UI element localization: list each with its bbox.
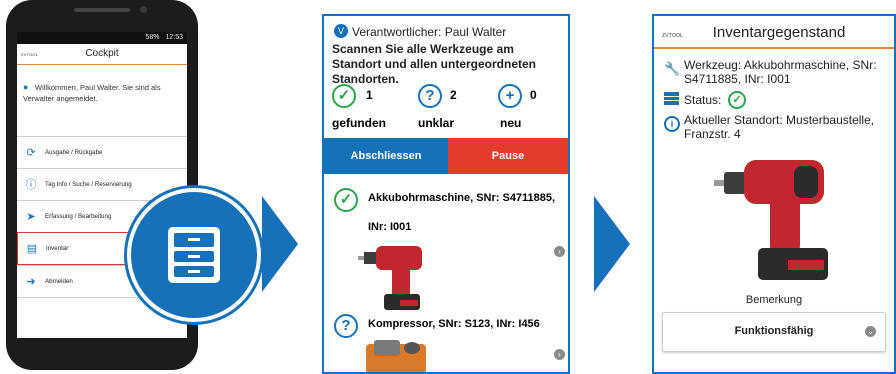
- finish-button[interactable]: Abschliessen: [324, 138, 448, 174]
- question-circle-icon: ?: [418, 84, 442, 108]
- check-circle-icon: ✓: [334, 188, 358, 212]
- question-circle-icon: ?: [334, 314, 358, 338]
- status-bar: 58% 12:53: [17, 32, 187, 44]
- tool-info: Werkzeug: Akkubohrmaschine, SNr: S471188…: [684, 58, 877, 86]
- drill-image-large: [714, 156, 834, 286]
- wrench-icon: 🔧: [664, 61, 681, 76]
- label-new: neu: [500, 116, 522, 130]
- page-title: Cockpit: [85, 48, 119, 59]
- arrow-right-2: [594, 196, 630, 292]
- logout-icon: ➜: [26, 276, 36, 288]
- detail-panel: ZVTOOL Inventargegenstand 🔧 Werkzeug: Ak…: [652, 14, 896, 374]
- menu-item-ausgabe[interactable]: ⟳ Ausgabe / Rückgabe: [17, 136, 187, 168]
- phone-speaker: [74, 8, 130, 12]
- arrow-right-1: [262, 196, 298, 292]
- label-found: gefunden: [332, 116, 386, 130]
- status-label: Status:: [684, 93, 722, 107]
- plus-circle-icon: +: [498, 84, 522, 108]
- detail-title: Inventargegenstand: [712, 24, 846, 41]
- scan-panel: V Verantwortlicher: Paul Walter Scannen …: [322, 14, 570, 374]
- remark-label: Bemerkung: [745, 294, 803, 306]
- menu-label: Ausgabe / Rückgabe: [45, 149, 103, 156]
- tag-icon: ➤: [26, 211, 36, 223]
- menu-label: Inventar: [46, 245, 69, 252]
- count-found: 1: [366, 88, 373, 102]
- chevron-down-icon: ⌄: [865, 326, 876, 337]
- phone-camera: [140, 6, 147, 13]
- chevron-right-icon[interactable]: ›: [554, 349, 565, 360]
- info-icon: ⓘ: [25, 179, 37, 191]
- condition-select[interactable]: Funktionsfähig ⌄: [662, 312, 886, 352]
- inventory-badge: [127, 188, 261, 322]
- item-title: Kompressor, SNr: S123, INr: I456: [368, 318, 540, 330]
- count-unclear: 2: [450, 88, 457, 102]
- condition-value: Funktionsfähig: [734, 325, 814, 337]
- menu-label: Tag Info / Suche / Reservierung: [45, 181, 132, 188]
- drawer-icon: ▤: [26, 243, 38, 255]
- scan-instruction: Scannen Sie alle Werkzeuge am Standort u…: [332, 42, 537, 86]
- drawer-icon: [664, 92, 679, 105]
- responsible-text: Verantwortlicher: Paul Walter: [352, 25, 507, 39]
- user-badge-icon: V: [334, 24, 348, 38]
- check-circle-icon: ✓: [332, 84, 356, 108]
- compressor-image: [362, 340, 430, 372]
- drill-image: [358, 244, 430, 314]
- drawer-cabinet-icon: [168, 227, 220, 283]
- menu-label: Erfassung / Bearbeitung: [45, 213, 112, 220]
- welcome-text: Willkommen, Paul Walter. Sie sind als Ve…: [23, 83, 161, 103]
- menu-label: Abmelden: [45, 278, 73, 285]
- refresh-icon: ⟳: [26, 147, 36, 159]
- location-info-icon: i: [664, 116, 680, 132]
- status-time: 12:53: [165, 34, 183, 41]
- count-new: 0: [530, 88, 537, 102]
- chevron-right-icon[interactable]: ›: [554, 246, 565, 257]
- battery-text: 58%: [145, 34, 160, 41]
- location-text: Aktueller Standort: Musterbaustelle, Fra…: [684, 113, 875, 141]
- pause-button[interactable]: Pause: [448, 138, 568, 174]
- label-unclear: unklar: [418, 116, 455, 130]
- item-title: Akkubohrmaschine, SNr: S4711885,: [368, 192, 556, 204]
- header-divider: [654, 47, 894, 49]
- status-check-icon: ✓: [728, 91, 746, 109]
- item-subtitle: INr: I001: [368, 221, 412, 233]
